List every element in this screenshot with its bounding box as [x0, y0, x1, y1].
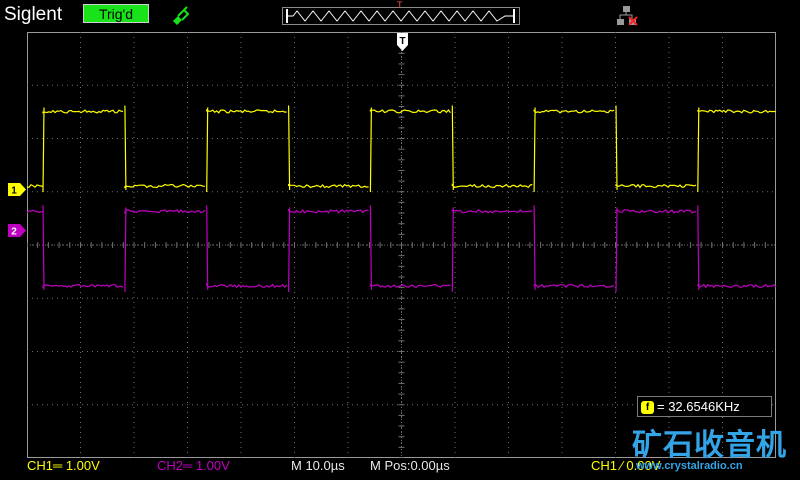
ch2-scale-label[interactable]: CH2═ 1.00V [157, 458, 230, 473]
trigger-level-marker-icon: T [397, 33, 408, 51]
timebase-label[interactable]: M 10.0µs [291, 458, 345, 473]
waveform-display [27, 32, 776, 458]
brand-label: Siglent [4, 4, 63, 25]
frequency-readout: f = 32.6546KHz [637, 396, 772, 417]
trigger-status-badge: Trig'd [83, 4, 149, 23]
watermark-logo-text: 矿石收音机 [632, 428, 787, 463]
horizontal-position-label[interactable]: M Pos:0.00µs [370, 458, 450, 473]
watermark: 矿石收音机 www.crystalradio.cn [632, 420, 800, 480]
ch2-offset-marker-icon: 2 [8, 224, 26, 237]
trigger-level-marker-label: T [399, 36, 405, 47]
probe-icon [173, 6, 190, 25]
watermark-url: www.crystalradio.cn [636, 460, 743, 472]
frequency-icon: f [641, 401, 654, 415]
scope-grid [27, 32, 776, 458]
trigger-position-marker: T [397, 0, 403, 10]
memory-waveform-icon [286, 9, 515, 23]
ch1-scale-label[interactable]: CH1═ 1.00V [27, 458, 100, 473]
ch2-marker-label: 2 [11, 227, 17, 238]
top-bar: Siglent Trig'd T [0, 0, 800, 32]
frequency-value: = 32.6546KHz [657, 399, 740, 414]
ch1-marker-label: 1 [11, 186, 17, 197]
ch1-offset-marker-icon: 1 [8, 183, 26, 196]
network-disconnected-icon [617, 6, 638, 26]
